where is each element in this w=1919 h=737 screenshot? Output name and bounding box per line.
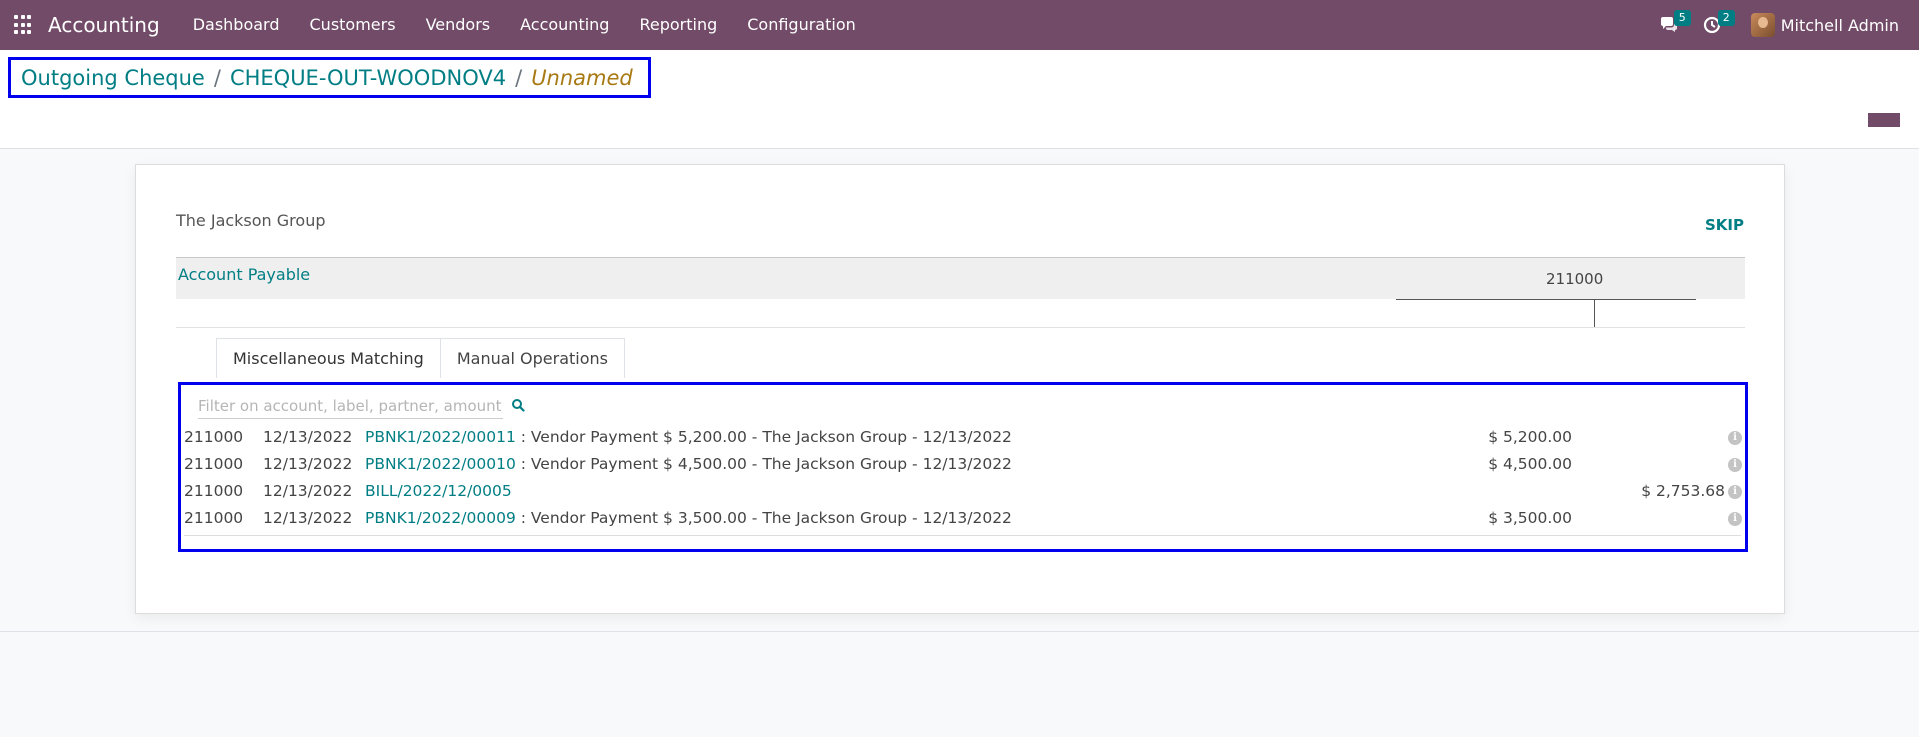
menu-vendors[interactable]: Vendors xyxy=(411,0,506,50)
breadcrumb-statement[interactable]: CHEQUE-OUT-WOODNOV4 xyxy=(230,66,506,90)
line-date: 12/13/2022 xyxy=(263,455,353,473)
control-panel: Outgoing Cheque / CHEQUE-OUT-WOODNOV4 / … xyxy=(0,50,1919,149)
menu-customers[interactable]: Customers xyxy=(295,0,411,50)
breadcrumb-current: Unnamed xyxy=(531,65,633,90)
move-lines-list: 211000 12/13/2022 PBNK1/2022/00011 : Ven… xyxy=(181,425,1745,533)
breadcrumb: Outgoing Cheque / CHEQUE-OUT-WOODNOV4 / … xyxy=(8,57,651,98)
line-debit: $ 3,500.00 xyxy=(1488,509,1572,527)
reconciliation-card: The Jackson Group SKIP Account Payable 2… xyxy=(135,164,1785,614)
line-account: 211000 xyxy=(184,455,244,473)
divider xyxy=(1396,299,1696,300)
activities-button[interactable]: 2 xyxy=(1691,0,1735,50)
line-label: : Vendor Payment $ 3,500.00 - The Jackso… xyxy=(515,509,1012,527)
search-wrapper xyxy=(198,393,503,419)
account-code: 211000 xyxy=(1546,270,1604,288)
app-grid-icon[interactable] xyxy=(14,15,34,35)
line-reference[interactable]: PBNK1/2022/00010 xyxy=(365,455,516,473)
line-label-cell: PBNK1/2022/00011 : Vendor Payment $ 5,20… xyxy=(365,428,1012,446)
info-icon[interactable]: i xyxy=(1728,458,1742,472)
account-payable-link[interactable]: Account Payable xyxy=(178,265,310,284)
tab-miscellaneous-matching[interactable]: Miscellaneous Matching xyxy=(216,338,441,378)
user-name: Mitchell Admin xyxy=(1780,15,1899,35)
line-reference[interactable]: BILL/2022/12/0005 xyxy=(365,482,512,500)
divider xyxy=(0,631,1919,632)
line-label: : Vendor Payment $ 4,500.00 - The Jackso… xyxy=(515,455,1012,473)
line-reference[interactable]: PBNK1/2022/00011 xyxy=(365,428,516,446)
info-icon[interactable]: i xyxy=(1728,485,1742,499)
avatar xyxy=(1750,13,1775,37)
line-debit: $ 4,500.00 xyxy=(1488,455,1572,473)
line-date: 12/13/2022 xyxy=(263,428,353,446)
line-date: 12/13/2022 xyxy=(263,482,353,500)
line-account: 211000 xyxy=(184,509,244,527)
messages-button[interactable]: 5 xyxy=(1647,0,1691,50)
line-label-cell: PBNK1/2022/00009 : Vendor Payment $ 3,50… xyxy=(365,509,1012,527)
info-icon[interactable]: i xyxy=(1728,431,1742,445)
breadcrumb-separator: / xyxy=(515,65,523,90)
menu-accounting[interactable]: Accounting xyxy=(505,0,624,50)
systray: 5 2 Mitchell Admin xyxy=(1647,0,1919,50)
table-row[interactable]: 211000 12/13/2022 PBNK1/2022/00009 : Ven… xyxy=(181,506,1745,533)
statement-line-row: Account Payable 211000 xyxy=(176,257,1745,299)
divider xyxy=(1594,299,1595,327)
matching-panel: 211000 12/13/2022 PBNK1/2022/00011 : Ven… xyxy=(178,382,1748,552)
breadcrumb-outgoing-cheque[interactable]: Outgoing Cheque xyxy=(21,66,205,90)
divider xyxy=(184,535,1741,536)
app-brand[interactable]: Accounting xyxy=(48,13,160,37)
messages-count-badge: 5 xyxy=(1673,10,1691,26)
menu-dashboard[interactable]: Dashboard xyxy=(178,0,295,50)
line-label: : Vendor Payment $ 5,200.00 - The Jackso… xyxy=(515,428,1012,446)
partner-name: The Jackson Group xyxy=(176,211,326,230)
table-row[interactable]: 211000 12/13/2022 PBNK1/2022/00011 : Ven… xyxy=(181,425,1745,452)
menu-reporting[interactable]: Reporting xyxy=(624,0,732,50)
user-menu[interactable]: Mitchell Admin xyxy=(1733,0,1911,50)
line-date: 12/13/2022 xyxy=(263,509,353,527)
top-navbar: Accounting Dashboard Customers Vendors A… xyxy=(0,0,1919,50)
tabs: Miscellaneous Matching Manual Operations xyxy=(216,338,626,378)
info-icon[interactable]: i xyxy=(1728,512,1742,526)
line-label-cell: PBNK1/2022/00010 : Vendor Payment $ 4,50… xyxy=(365,455,1012,473)
control-panel-button[interactable] xyxy=(1868,113,1900,127)
table-row[interactable]: 211000 12/13/2022 BILL/2022/12/0005 $ 2,… xyxy=(181,479,1745,506)
line-label-cell: BILL/2022/12/0005 xyxy=(365,482,512,500)
menu-configuration[interactable]: Configuration xyxy=(732,0,871,50)
tab-manual-operations[interactable]: Manual Operations xyxy=(439,338,626,378)
divider xyxy=(176,327,1745,328)
line-account: 211000 xyxy=(184,428,244,446)
line-credit: $ 2,753.68 xyxy=(1641,482,1725,500)
line-reference[interactable]: PBNK1/2022/00009 xyxy=(365,509,516,527)
skip-button[interactable]: SKIP xyxy=(1705,216,1744,234)
breadcrumb-separator: / xyxy=(213,65,221,90)
line-debit: $ 5,200.00 xyxy=(1488,428,1572,446)
line-account: 211000 xyxy=(184,482,244,500)
table-row[interactable]: 211000 12/13/2022 PBNK1/2022/00010 : Ven… xyxy=(181,452,1745,479)
search-icon[interactable] xyxy=(511,398,525,412)
search-input[interactable] xyxy=(198,393,503,418)
